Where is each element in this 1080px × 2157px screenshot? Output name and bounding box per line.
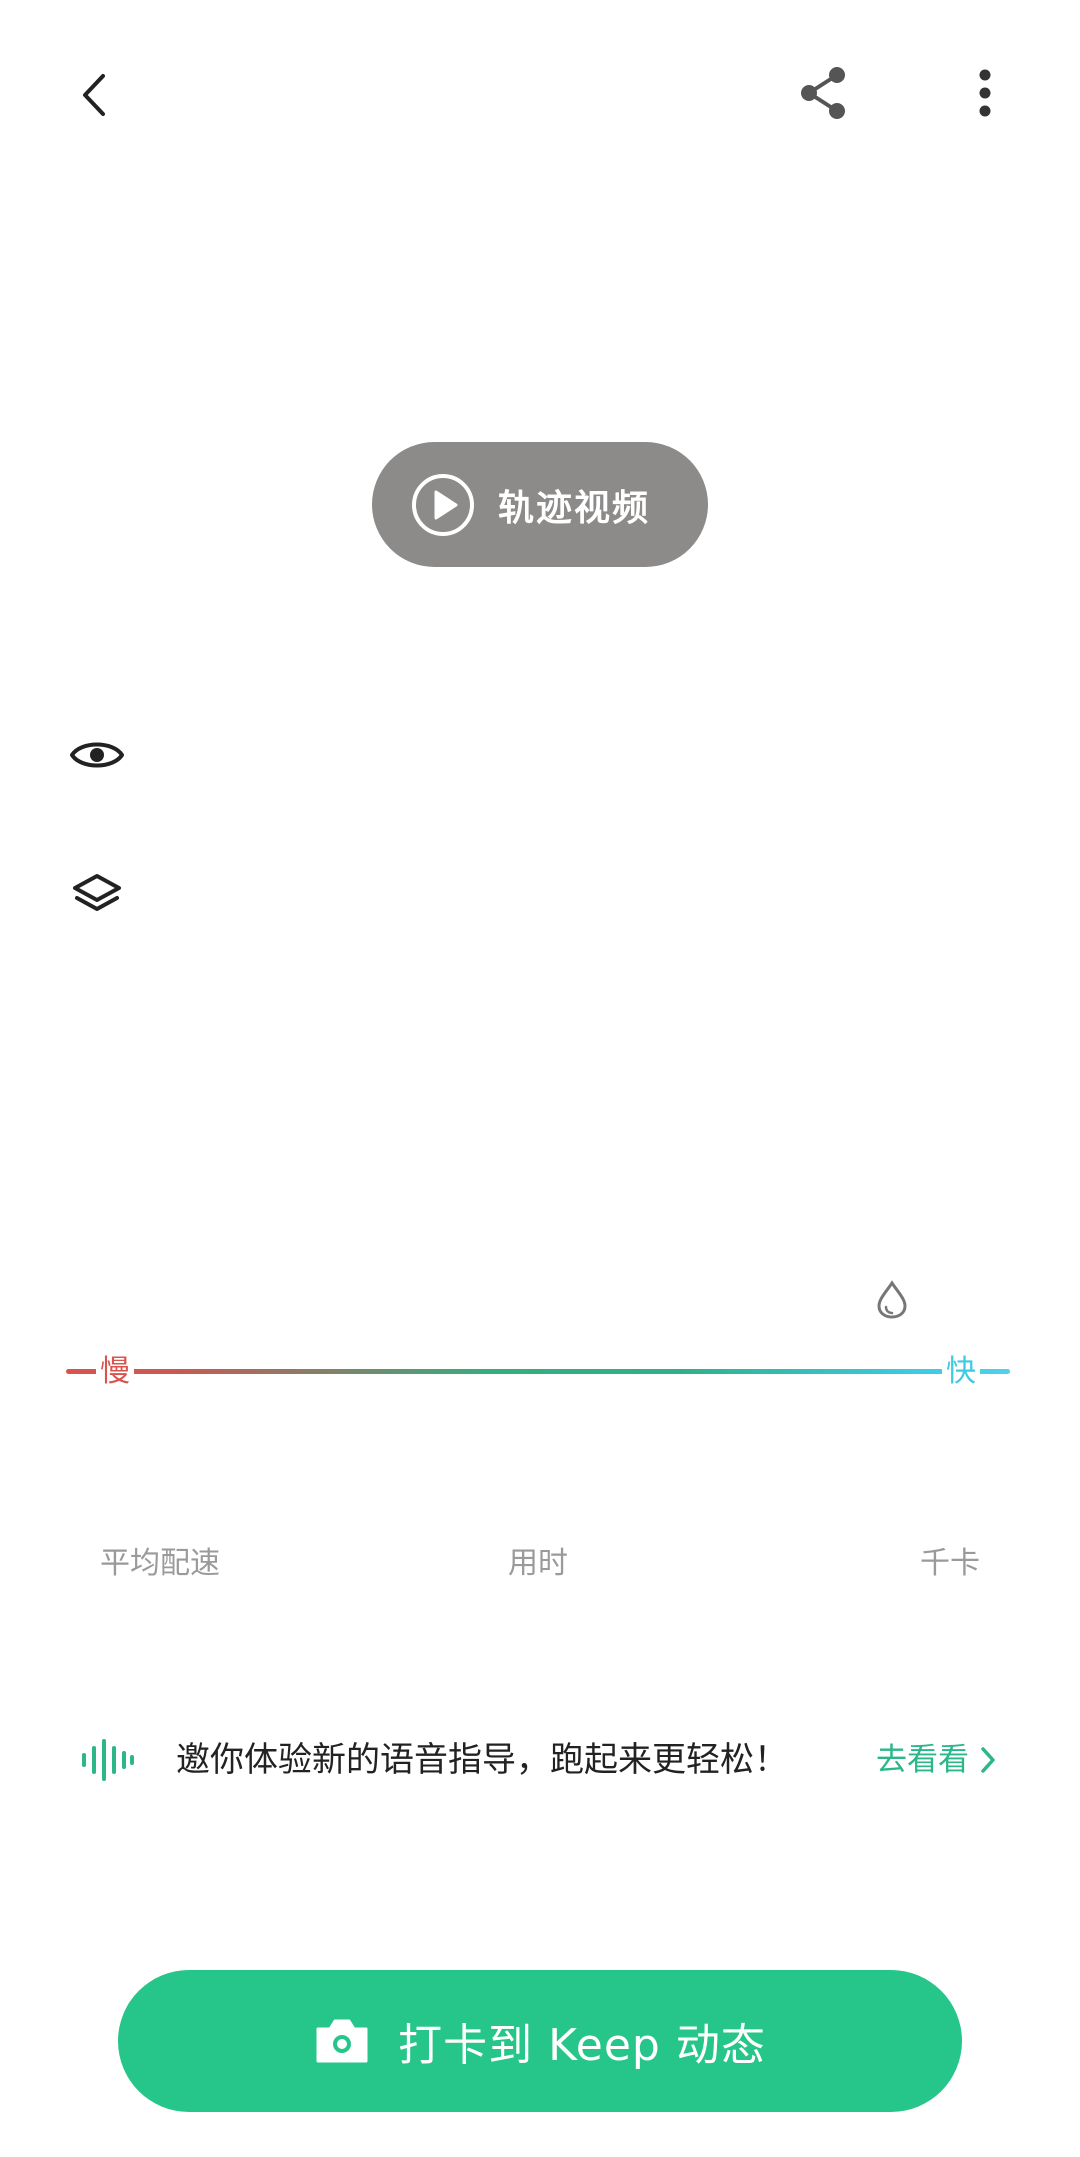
- audio-wave-icon: [82, 1739, 134, 1781]
- share-icon: [800, 66, 845, 119]
- water-drop-icon: [874, 1280, 910, 1320]
- stat-label-avg-pace: 平均配速: [100, 1546, 220, 1581]
- voice-guide-link-label: 去看看: [876, 1742, 969, 1778]
- speed-gradient-line: [66, 1369, 1010, 1374]
- more-button[interactable]: [955, 55, 1015, 130]
- layers-icon: [73, 874, 121, 911]
- play-circle-icon: [412, 473, 474, 536]
- fast-label: 快: [942, 1352, 980, 1392]
- camera-icon: [316, 2019, 368, 2063]
- track-video-button[interactable]: 轨迹视频: [372, 442, 708, 567]
- stat-label-calories: 千卡: [920, 1546, 980, 1581]
- track-video-label: 轨迹视频: [498, 487, 651, 529]
- chevron-left-icon: [83, 74, 105, 116]
- checkin-keep-button[interactable]: 打卡到 Keep 动态: [118, 1970, 962, 2112]
- stat-label-duration: 用时: [508, 1546, 568, 1581]
- map-layers-button[interactable]: [66, 865, 128, 923]
- voice-guide-card[interactable]: 邀你体验新的语音指导，跑起来更轻松！ 去看看: [44, 1700, 1036, 1820]
- voice-guide-link[interactable]: 去看看: [876, 1738, 997, 1782]
- visibility-toggle-button[interactable]: [64, 725, 129, 785]
- eye-icon: [69, 742, 124, 768]
- chevron-right-icon: [981, 1747, 995, 1773]
- more-vertical-icon: [979, 69, 991, 116]
- slow-label: 慢: [96, 1352, 134, 1392]
- voice-guide-text: 邀你体验新的语音指导，跑起来更轻松！: [176, 1740, 788, 1780]
- back-button[interactable]: [60, 60, 130, 130]
- checkin-keep-label: 打卡到 Keep 动态: [398, 2020, 766, 2071]
- speed-legend: 慢 快: [66, 1352, 1010, 1392]
- share-button[interactable]: [785, 55, 860, 130]
